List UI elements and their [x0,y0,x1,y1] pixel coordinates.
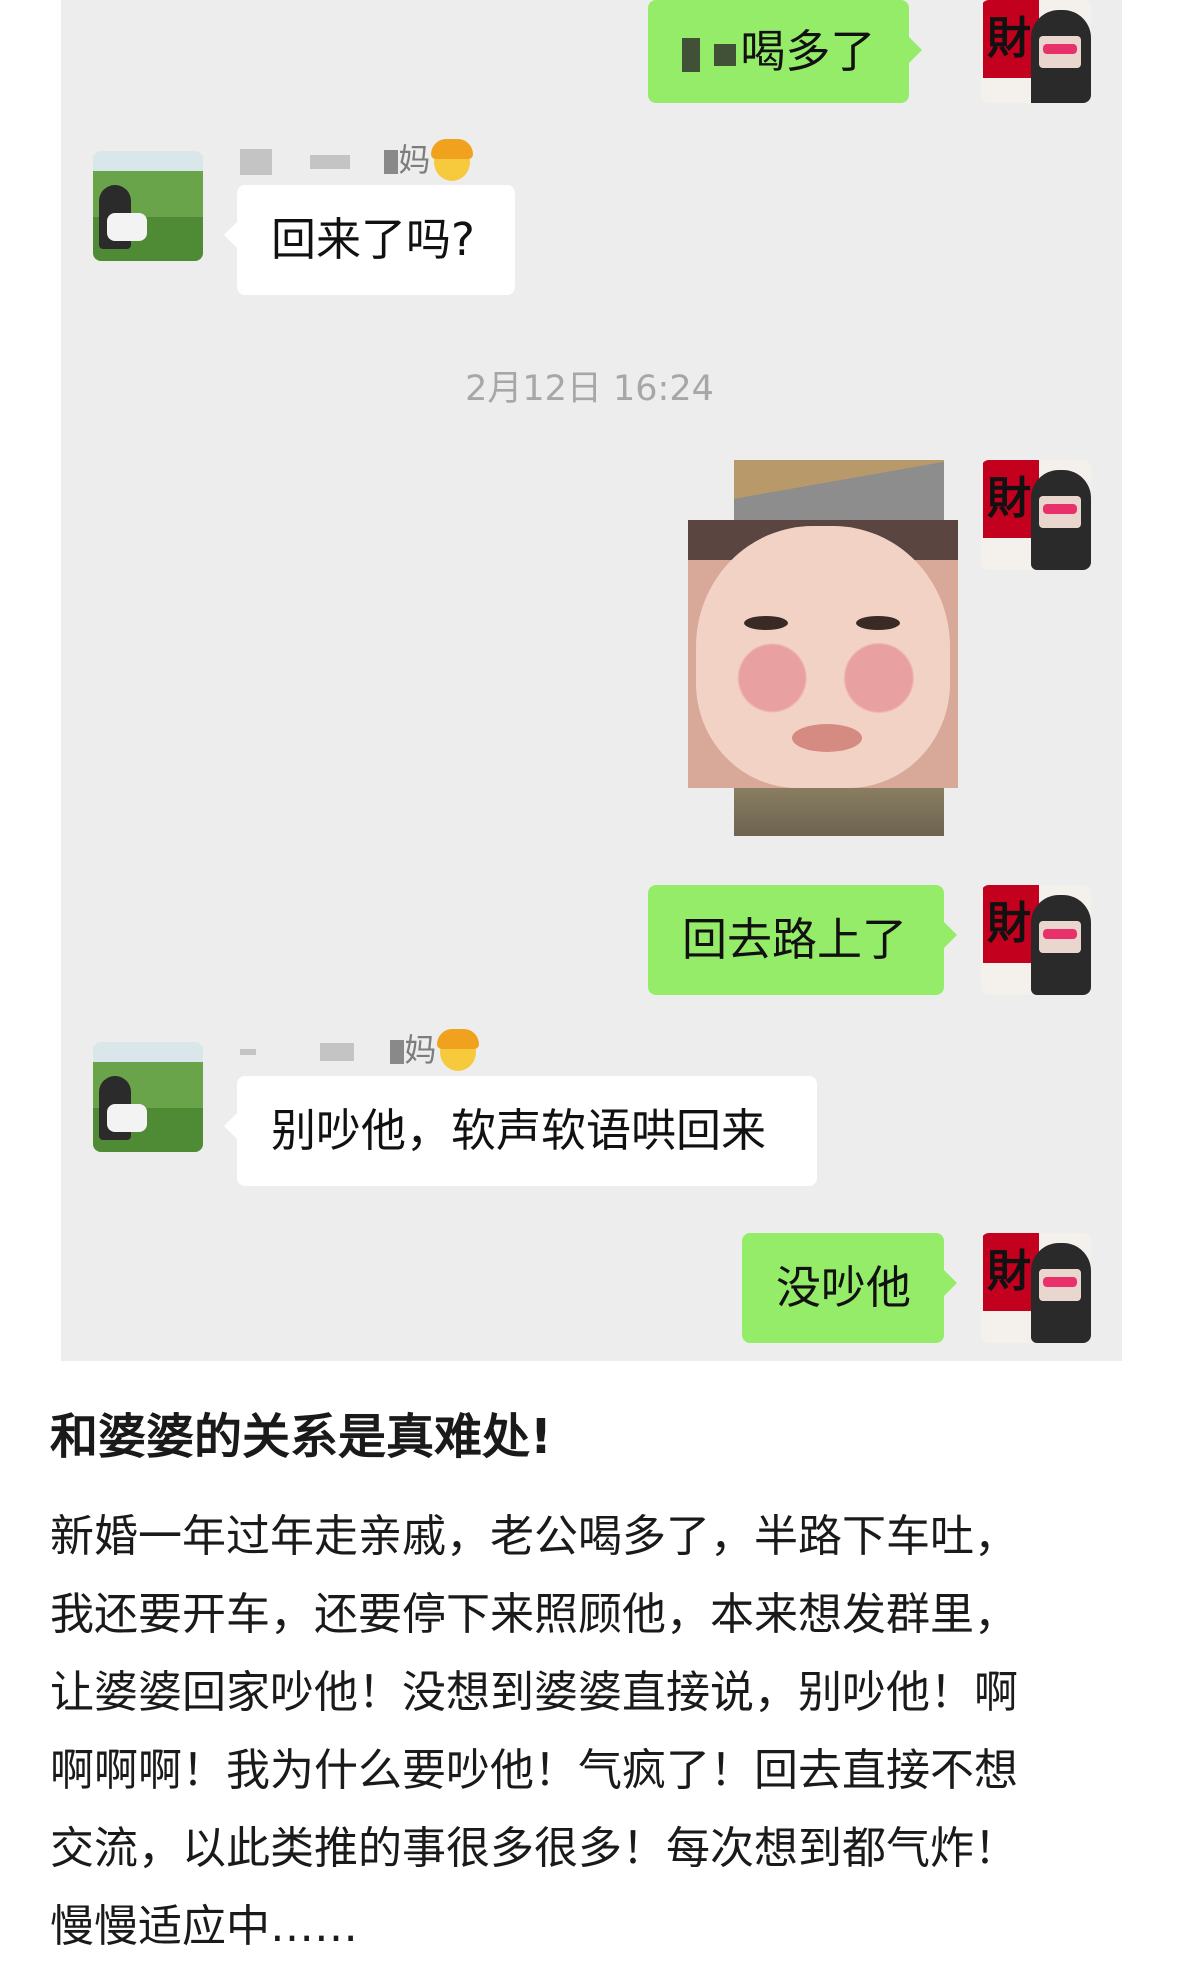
other-avatar[interactable] [93,151,203,261]
post-title: 和婆婆的关系是真难处! [50,1409,552,1465]
message-text: 回来了吗? [271,213,475,266]
message-bubble-self[interactable]: 喝多了 [648,0,923,103]
redacted-text [682,38,700,72]
message-text: 回去路上了 [682,913,908,966]
woman-emoji-icon [431,139,474,181]
message-text: 没吵他 [776,1261,912,1314]
post-body-line: 新婚一年过年走亲戚，老公喝多了，半路下车吐， [50,1511,1018,1562]
post-body-line: 交流，以此类推的事很多很多！每次想到都气炸！ [50,1823,1018,1874]
message-bubble-self[interactable]: 没吵他 [742,1233,957,1343]
message-text: 别吵他，软声软语哄回来 [271,1104,767,1157]
timestamp: 2月12日 16:24 [465,369,714,409]
post-body: 新婚一年过年走亲戚，老公喝多了，半路下车吐， 我还要开车，还要停下来照顾他，本来… [50,1498,1140,1966]
message-bubble-self[interactable]: 回去路上了 [648,885,957,995]
self-avatar[interactable]: 財 [981,885,1091,995]
sender-name: 妈 [240,138,474,182]
message-bubble-other[interactable]: 别吵他，软声软语哄回来 [224,1076,817,1186]
redacted-text [714,44,737,66]
post-body-line: 慢慢适应中…… [50,1901,358,1952]
message-bubble-other[interactable]: 回来了吗? [224,185,515,295]
post-body-line: 啊啊啊！我为什么要吵他！气疯了！回去直接不想 [50,1745,1018,1796]
post-body-line: 让婆婆回家吵他！没想到婆婆直接说，别吵他！啊 [50,1667,1018,1718]
other-avatar[interactable] [93,1042,203,1152]
self-avatar[interactable]: 財 [981,460,1091,570]
sender-name: 妈 [240,1028,480,1072]
crying-baby-sticker[interactable] [688,520,958,788]
self-avatar[interactable]: 財 [981,0,1091,103]
message-text: 喝多了 [740,25,876,78]
post-body-line: 我还要开车，还要停下来照顾他，本来想发群里， [50,1589,1018,1640]
self-avatar[interactable]: 財 [981,1233,1091,1343]
woman-emoji-icon [437,1029,480,1071]
